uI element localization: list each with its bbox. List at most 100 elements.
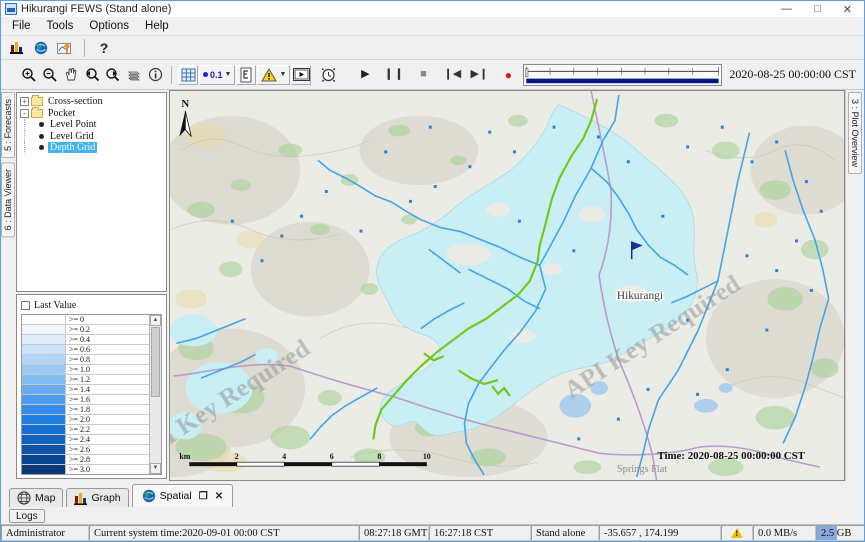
current-datetime-label: 2020-08-25 00:00:00 CST [727,67,860,82]
legend-row: >= 0.8 [22,355,149,365]
minimize-button[interactable]: — [781,3,792,16]
title-bar: Hikurangi FEWS (Stand alone) — □ ✕ [1,1,864,17]
play-button[interactable]: ▶ [355,65,375,85]
menu-options[interactable]: Options [82,19,136,33]
legend-row: >= 2.8 [22,455,149,465]
zoom-previous-icon[interactable] [82,65,102,85]
animation-icon[interactable] [291,65,311,85]
record-button[interactable]: ● [498,65,518,85]
stop-button[interactable]: ■ [413,65,433,85]
status-download-rate: 0.0 MB/s [753,525,816,541]
status-user: Administrator [1,525,89,541]
legend-row: >= 1.8 [22,405,149,415]
legend-swatch [22,335,66,344]
tree-item-cross-section[interactable]: + Cross-section [19,96,164,108]
zoom-in-icon[interactable] [19,65,39,85]
menu-tools[interactable]: Tools [40,19,81,33]
legend-swatch [22,355,66,364]
info-icon[interactable] [145,65,165,85]
legend-row: >= 2.6 [22,445,149,455]
tab-map[interactable]: Map [9,488,63,507]
svg-text:2: 2 [235,452,239,461]
grid-icon[interactable] [178,65,198,85]
tab-spatial[interactable]: Spatial ❐ ✕ [132,484,233,507]
time-control-icon[interactable] [318,65,338,85]
threshold-value-dropdown[interactable]: 0.1 ▼ [199,65,235,85]
bottom-tab-bar: Map Graph Spatial ❐ ✕ [1,481,864,507]
globe-icon[interactable] [31,38,51,58]
status-mode: Stand alone [531,525,599,541]
left-panel: + Cross-section - Pocket Level Point [15,90,169,481]
legend-swatch [22,395,66,404]
legend-swatch [22,325,66,334]
menu-file[interactable]: File [5,19,38,33]
expand-icon[interactable]: + [20,97,29,106]
legend-scrollbar[interactable]: ▲ ▼ [149,315,161,474]
warning-dropdown[interactable]: ▼ [257,65,290,85]
time-slider[interactable] [523,64,722,86]
svg-text:N: N [181,98,189,110]
close-button[interactable]: ✕ [843,3,852,16]
toolbar-separator [171,66,172,84]
status-local-time: 16:27:18 CST [429,525,531,541]
svg-text:km: km [179,452,190,461]
tree-item-pocket[interactable]: - Pocket [19,108,164,120]
left-tab-strip: 5 : Forecasts 6 : Data Viewer [1,90,15,481]
scroll-up-icon[interactable]: ▲ [150,315,161,326]
tree-connector [24,131,37,143]
last-value-label: Last Value [34,300,76,311]
legend-swatch [22,385,66,394]
tab-maximize-icon[interactable]: ❐ [199,491,208,502]
tab-graph[interactable]: Graph [66,488,128,507]
bullet-icon [39,145,44,150]
legend-swatch [22,425,66,434]
place-label: Springs Flat [617,464,668,475]
legend-row: >= 2.0 [22,415,149,425]
last-value-checkbox[interactable] [21,301,30,310]
profile-icon[interactable] [236,65,256,85]
maximize-button[interactable]: □ [814,3,821,16]
step-back-button[interactable]: ❙◀ [442,65,462,85]
status-warning-cell[interactable] [721,525,753,541]
scroll-down-icon[interactable]: ▼ [150,463,161,474]
tab-close-icon[interactable]: ✕ [215,491,223,502]
tree-item-level-grid[interactable]: Level Grid [19,131,164,143]
map-canvas[interactable]: API Key Required API Key Required Hikura… [170,91,844,480]
collapse-icon[interactable]: - [20,109,29,118]
value-dropdown-label: 0.1 [210,70,223,80]
status-system-time: Current system time:2020-09-01 00:00 CST [89,525,359,541]
status-memory[interactable]: 2.5 GB [816,525,865,541]
help-button[interactable]: ? [94,38,114,58]
step-forward-button[interactable]: ▶❙ [469,65,489,85]
map-view[interactable]: API Key Required API Key Required Hikura… [169,90,845,481]
legend-row: >= 0 [22,315,149,325]
tab-plot-overview[interactable]: 3 : Plot Overview [848,92,862,174]
tab-forecasts[interactable]: 5 : Forecasts [1,92,15,158]
tree-connector [24,142,37,154]
legend-row: >= 1.0 [22,365,149,375]
pan-hand-icon[interactable] [61,65,81,85]
zoom-next-icon[interactable] [103,65,123,85]
menu-help[interactable]: Help [138,19,176,33]
tab-data-viewer[interactable]: 6 : Data Viewer [1,162,15,237]
database-icon[interactable] [7,38,27,58]
legend-panel: Last Value >= 0 >= 0.2 >= 0.4 >= 0.6 >= … [16,294,167,479]
logs-row: Logs [1,507,864,525]
tab-logs[interactable]: Logs [9,509,45,523]
legend-swatch [22,455,66,464]
tree-item-level-point[interactable]: Level Point [19,119,164,131]
pause-button[interactable]: ❙❙ [384,65,404,85]
legend-swatch [22,345,66,354]
tree-item-depth-grid[interactable]: Depth Grid [19,142,164,154]
legend-swatch [22,405,66,414]
zoom-out-icon[interactable] [40,65,60,85]
window-title: Hikurangi FEWS (Stand alone) [21,3,171,15]
legend-swatch [22,415,66,424]
legend-row: >= 0.4 [22,335,149,345]
folder-icon [31,97,43,106]
right-tab-strip: 3 : Plot Overview [845,90,864,481]
layers-icon[interactable] [124,65,144,85]
timeseries-dialog-icon[interactable] [55,38,75,58]
main-toolbar: ? [1,36,864,60]
legend-row: >= 1.6 [22,395,149,405]
